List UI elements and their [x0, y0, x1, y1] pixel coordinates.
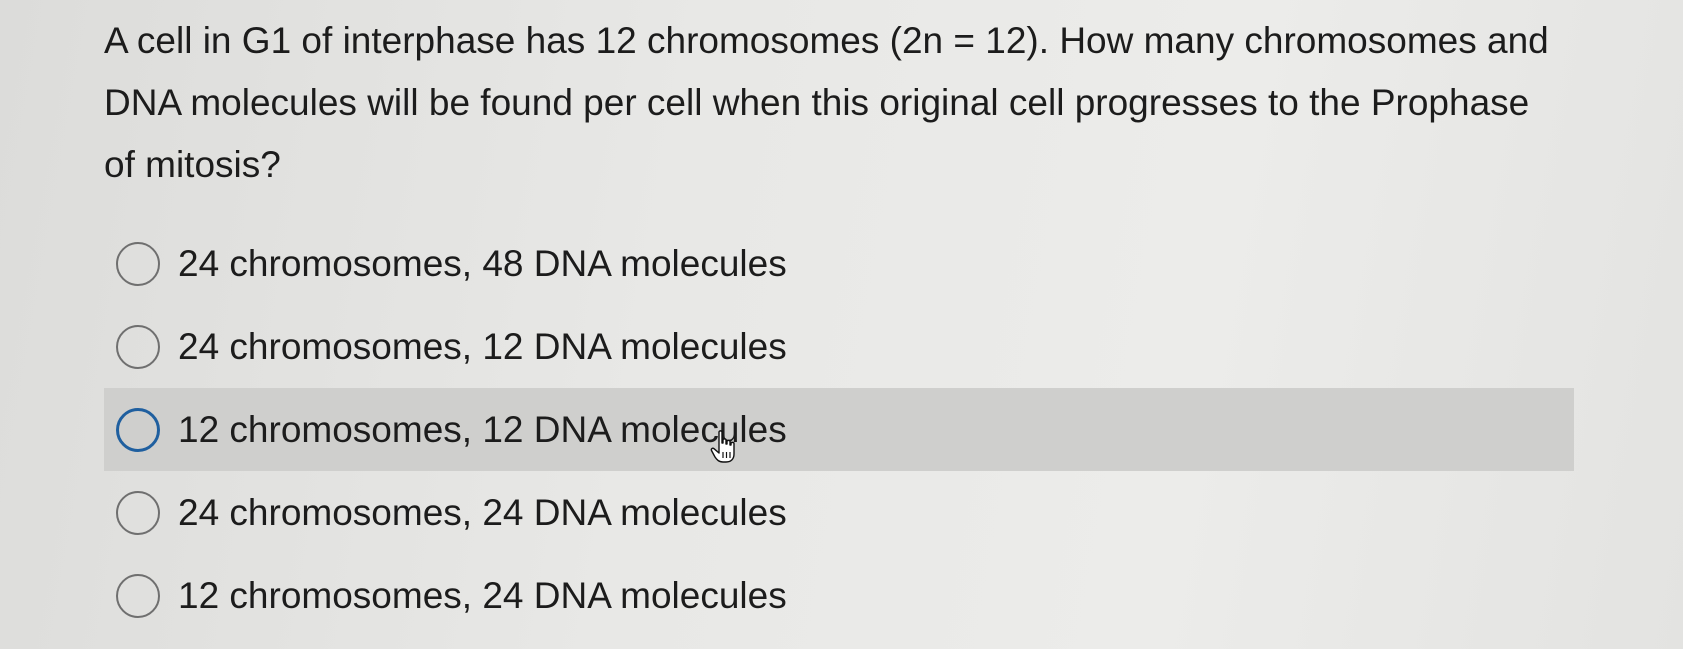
- answer-option-3[interactable]: 12 chromosomes, 12 DNA molecules: [104, 388, 1574, 471]
- radio-button-icon[interactable]: [116, 407, 160, 452]
- radio-button-icon[interactable]: [116, 490, 160, 535]
- answer-option-1[interactable]: 24 chromosomes, 48 DNA molecules: [104, 222, 1584, 305]
- radio-button-icon[interactable]: [116, 573, 160, 618]
- answer-option-4[interactable]: 24 chromosomes, 24 DNA molecules: [104, 471, 1584, 554]
- hand-pointer-icon: [710, 430, 735, 463]
- answer-option-label: 24 chromosomes, 12 DNA molecules: [178, 325, 787, 367]
- answer-option-label: 24 chromosomes, 24 DNA molecules: [178, 491, 787, 533]
- answer-option-5[interactable]: 12 chromosomes, 24 DNA molecules: [104, 554, 1584, 637]
- answer-options: 24 chromosomes, 48 DNA molecules 24 chro…: [104, 222, 1584, 637]
- question-text: A cell in G1 of interphase has 12 chromo…: [104, 20, 1549, 185]
- radio-button-icon[interactable]: [116, 241, 160, 286]
- answer-option-label: 12 chromosomes, 24 DNA molecules: [178, 574, 787, 616]
- answer-option-label: 24 chromosomes, 48 DNA molecules: [178, 242, 787, 284]
- radio-button-icon[interactable]: [116, 324, 160, 369]
- answer-option-label: 12 chromosomes, 12 DNA molecules: [178, 408, 787, 450]
- answer-option-2[interactable]: 24 chromosomes, 12 DNA molecules: [104, 305, 1584, 388]
